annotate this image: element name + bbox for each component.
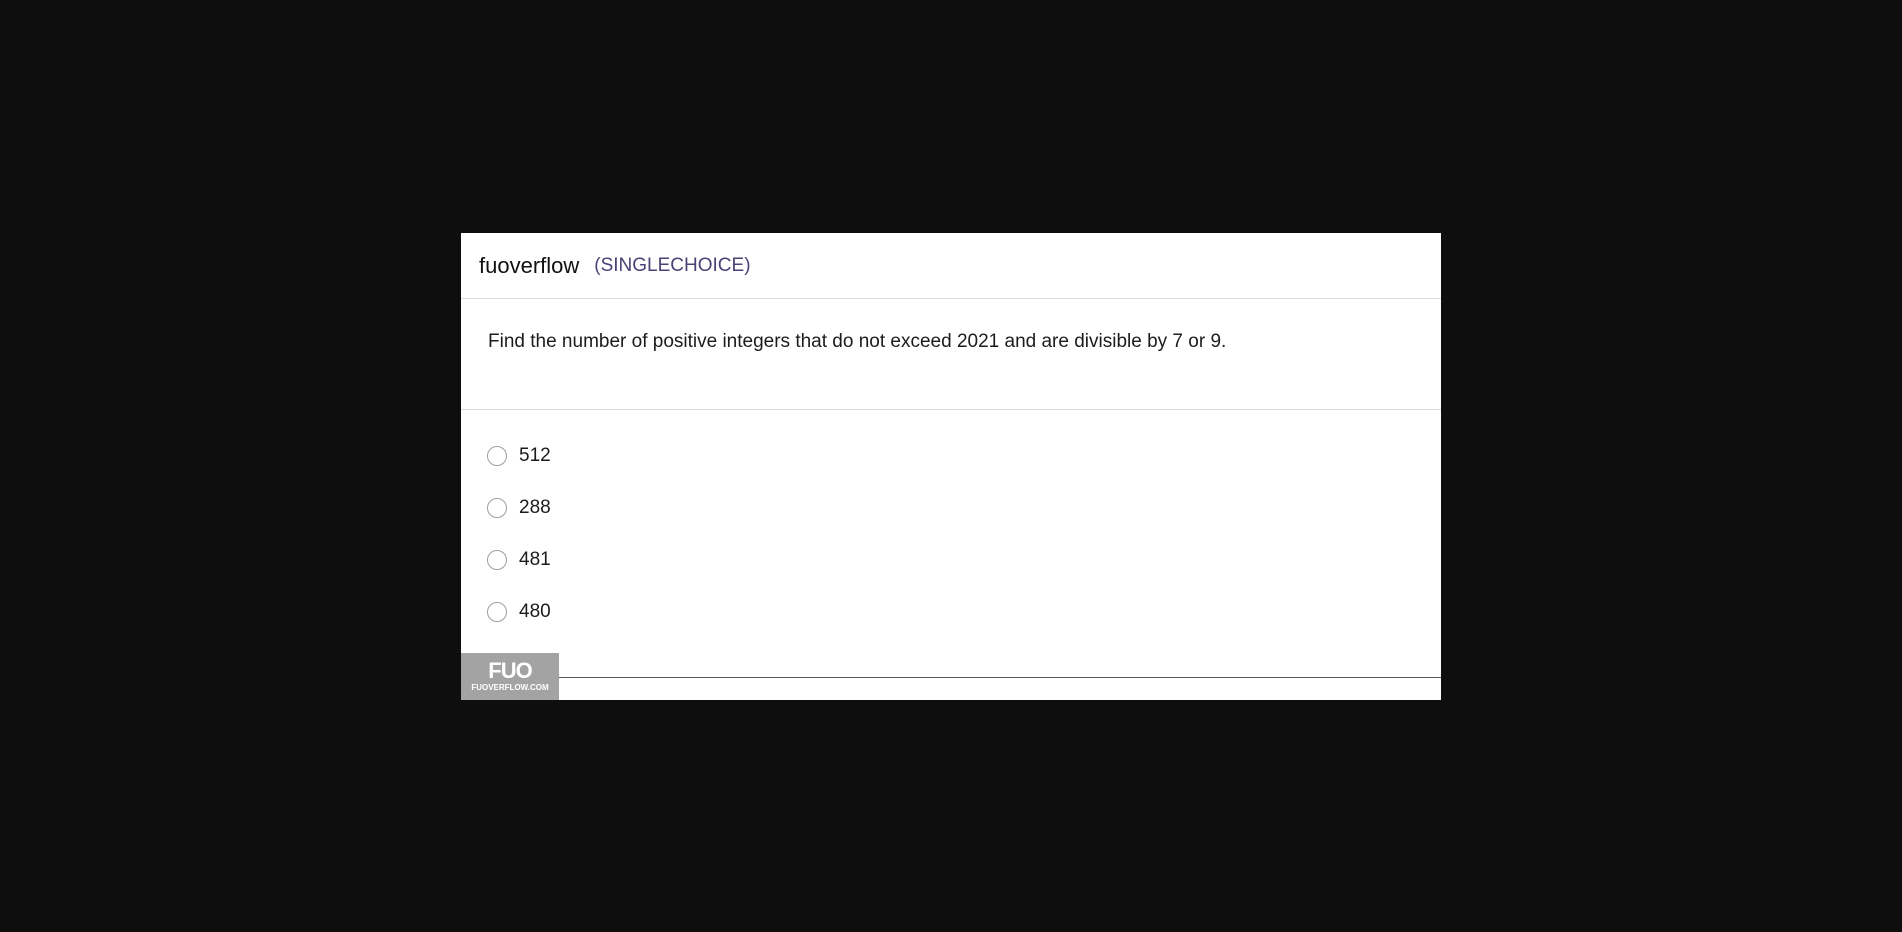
option-288[interactable]: 288	[487, 482, 1441, 534]
question-text: Find the number of positive integers tha…	[488, 331, 1227, 352]
option-label: 512	[519, 445, 551, 466]
watermark-logo: FUO FUOVERFLOW.COM	[461, 653, 559, 700]
radio-button[interactable]	[487, 446, 507, 466]
watermark-site-text: FUOVERFLOW.COM	[471, 682, 549, 692]
radio-button[interactable]	[487, 550, 507, 570]
option-label: 288	[519, 497, 551, 518]
app-title: fuoverflow	[479, 252, 580, 278]
option-label: 480	[519, 601, 551, 622]
radio-button[interactable]	[487, 602, 507, 622]
radio-button[interactable]	[487, 498, 507, 518]
divider	[461, 677, 1441, 678]
option-512[interactable]: 512	[487, 430, 1441, 482]
question-card: fuoverflow (SINGLECHOICE) Find the numbe…	[461, 233, 1441, 700]
watermark-logo-text: FUO	[488, 657, 532, 683]
answer-options: 512 288 481 480	[461, 410, 1441, 638]
question-type-label: (SINGLECHOICE)	[594, 254, 751, 276]
option-480[interactable]: 480	[487, 586, 1441, 638]
card-header: fuoverflow (SINGLECHOICE)	[461, 233, 1441, 299]
option-label: 481	[519, 549, 551, 570]
option-481[interactable]: 481	[487, 534, 1441, 586]
question-area: Find the number of positive integers tha…	[461, 299, 1441, 410]
